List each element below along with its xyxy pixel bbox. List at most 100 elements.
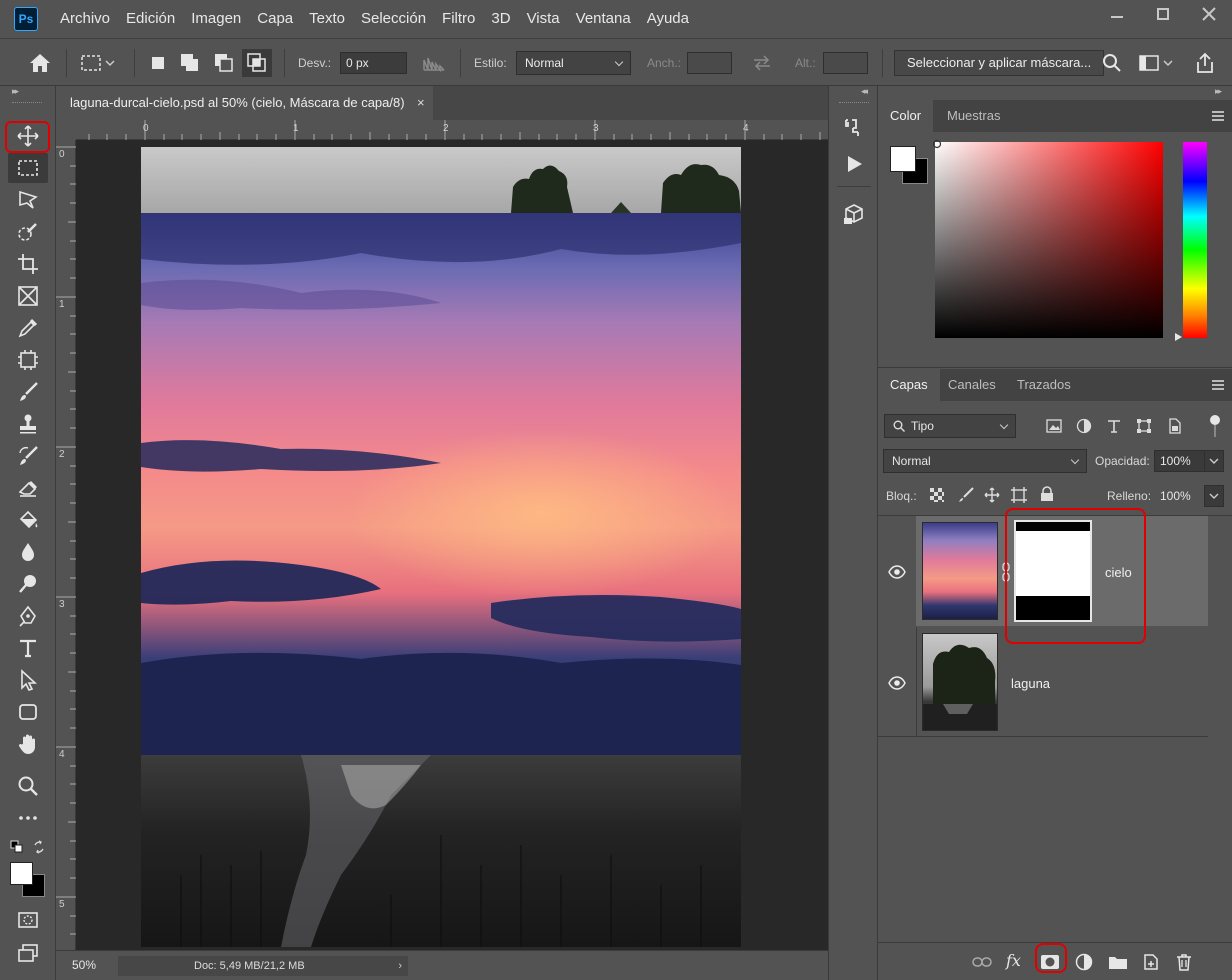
menu-seleccion[interactable]: Selección xyxy=(353,0,434,38)
layer-thumbnail-cielo[interactable] xyxy=(922,522,998,620)
color-panel-foreground-swatch[interactable] xyxy=(890,146,916,172)
collapse-toolbar-button[interactable]: ▸▸ xyxy=(12,86,19,97)
vertical-ruler[interactable]: 0 1 2 3 4 5 xyxy=(56,140,76,950)
menu-vista[interactable]: Vista xyxy=(519,0,568,38)
width-input[interactable] xyxy=(687,52,732,74)
adjustment-layer-icon[interactable] xyxy=(1074,952,1094,972)
share-button[interactable] xyxy=(1194,39,1216,87)
toolbar-grip[interactable] xyxy=(12,102,42,105)
layer-name-laguna[interactable]: laguna xyxy=(1011,676,1050,691)
edit-toolbar-button[interactable] xyxy=(8,803,48,833)
height-input[interactable] xyxy=(823,52,868,74)
paint-bucket-tool[interactable] xyxy=(8,505,48,535)
lock-all-icon[interactable] xyxy=(1040,486,1054,502)
layers-scroll-track[interactable] xyxy=(1208,516,1232,943)
rectangle-tool[interactable] xyxy=(8,697,48,727)
collapse-panels-button[interactable]: ▸▸ xyxy=(1215,86,1222,97)
tab-canales[interactable]: Canales xyxy=(936,369,1008,401)
opacity-input[interactable]: 100% xyxy=(1154,450,1206,472)
tab-color[interactable]: Color xyxy=(878,100,934,132)
brush-tool[interactable] xyxy=(8,377,48,407)
workspace-button[interactable] xyxy=(1138,39,1178,87)
horizontal-ruler[interactable]: 0 1 2 3 4 xyxy=(76,120,828,140)
zoom-level[interactable]: 50% xyxy=(72,958,96,972)
type-layer-filter-icon[interactable] xyxy=(1106,418,1122,434)
layer-filter-kind-select[interactable]: Tipo xyxy=(884,414,1016,438)
delete-layer-trash-icon[interactable] xyxy=(1174,952,1194,972)
document-tab[interactable]: laguna-durcal-cielo.psd al 50% (cielo, M… xyxy=(56,86,433,120)
layer-thumbnail-laguna[interactable] xyxy=(922,633,998,731)
menu-edicion[interactable]: Edición xyxy=(118,0,183,38)
add-selection-button[interactable] xyxy=(180,39,200,87)
new-group-folder-icon[interactable] xyxy=(1108,952,1128,972)
dock-grip[interactable] xyxy=(839,102,869,105)
search-button[interactable] xyxy=(1102,39,1122,87)
menu-3d[interactable]: 3D xyxy=(483,0,518,38)
pixel-layer-filter-icon[interactable] xyxy=(1046,419,1062,433)
layers-panel-menu-icon[interactable] xyxy=(1212,380,1224,390)
lock-image-pixels-icon[interactable] xyxy=(958,487,974,503)
dodge-tool[interactable] xyxy=(8,569,48,599)
screen-mode-button[interactable] xyxy=(8,938,48,968)
select-and-mask-button[interactable]: Seleccionar y aplicar máscara... xyxy=(894,50,1105,76)
blend-mode-select[interactable]: Normal xyxy=(883,449,1087,473)
lock-artboard-icon[interactable] xyxy=(1011,487,1027,503)
new-layer-icon[interactable] xyxy=(1141,952,1161,972)
frame-tool[interactable] xyxy=(8,281,48,311)
antialias-button[interactable] xyxy=(422,39,446,87)
marquee-preset-picker[interactable] xyxy=(80,39,120,87)
fill-input[interactable]: 100% xyxy=(1154,485,1206,507)
eyedropper-tool[interactable] xyxy=(8,313,48,343)
type-tool[interactable] xyxy=(8,633,48,663)
swap-dimensions-button[interactable] xyxy=(752,39,772,87)
feather-input[interactable]: 0 px xyxy=(340,52,407,74)
healing-brush-tool[interactable] xyxy=(8,345,48,375)
menu-texto[interactable]: Texto xyxy=(301,0,353,38)
hue-slider-handle-icon[interactable] xyxy=(1173,332,1183,342)
close-document-icon[interactable]: × xyxy=(417,86,425,120)
rectangular-marquee-tool[interactable] xyxy=(8,153,48,183)
new-selection-button[interactable] xyxy=(150,39,166,87)
visibility-eye-icon[interactable] xyxy=(888,563,906,581)
swap-colors-icon[interactable] xyxy=(32,840,46,854)
expand-dock-button[interactable]: ◂◂ xyxy=(861,86,868,97)
document-canvas[interactable] xyxy=(141,147,741,947)
foreground-color-swatch[interactable] xyxy=(10,862,33,885)
pen-tool[interactable] xyxy=(8,601,48,631)
move-tool[interactable] xyxy=(8,121,48,151)
actions-play-icon[interactable] xyxy=(842,152,866,176)
eraser-tool[interactable] xyxy=(8,473,48,503)
quick-selection-tool[interactable] xyxy=(8,217,48,247)
zoom-tool[interactable] xyxy=(8,771,48,801)
home-button[interactable] xyxy=(28,39,52,87)
shape-layer-filter-icon[interactable] xyxy=(1136,418,1152,434)
blur-tool[interactable] xyxy=(8,537,48,567)
lock-position-icon[interactable] xyxy=(984,487,1000,503)
color-panel-menu-icon[interactable] xyxy=(1212,111,1224,121)
link-layers-icon[interactable] xyxy=(972,952,992,972)
history-brush-tool[interactable] xyxy=(8,441,48,471)
tab-capas[interactable]: Capas xyxy=(878,369,940,401)
minimize-button[interactable] xyxy=(1094,0,1140,28)
quick-mask-button[interactable] xyxy=(8,905,48,935)
hue-slider[interactable] xyxy=(1183,142,1207,338)
lasso-tool[interactable] xyxy=(8,185,48,215)
menu-capa[interactable]: Capa xyxy=(249,0,301,38)
photoshop-logo[interactable]: Ps xyxy=(14,7,38,31)
menu-archivo[interactable]: Archivo xyxy=(52,0,118,38)
restore-button[interactable] xyxy=(1140,0,1186,28)
crop-tool[interactable] xyxy=(8,249,48,279)
intersect-selection-button[interactable] xyxy=(242,49,272,77)
saturation-brightness-field[interactable] xyxy=(935,142,1163,338)
menu-ayuda[interactable]: Ayuda xyxy=(639,0,697,38)
status-menu-arrow[interactable]: › xyxy=(398,956,402,976)
default-colors-icon[interactable] xyxy=(10,840,24,854)
document-info[interactable]: Doc: 5,49 MB/21,2 MB › xyxy=(118,956,408,976)
menu-ventana[interactable]: Ventana xyxy=(568,0,639,38)
history-icon[interactable] xyxy=(842,116,866,140)
3d-cube-icon[interactable] xyxy=(842,202,866,226)
layer-row-laguna[interactable]: laguna xyxy=(878,627,1208,737)
fill-dropdown[interactable] xyxy=(1204,485,1224,507)
style-select[interactable]: Normal xyxy=(516,51,631,75)
visibility-eye-icon[interactable] xyxy=(888,674,906,692)
